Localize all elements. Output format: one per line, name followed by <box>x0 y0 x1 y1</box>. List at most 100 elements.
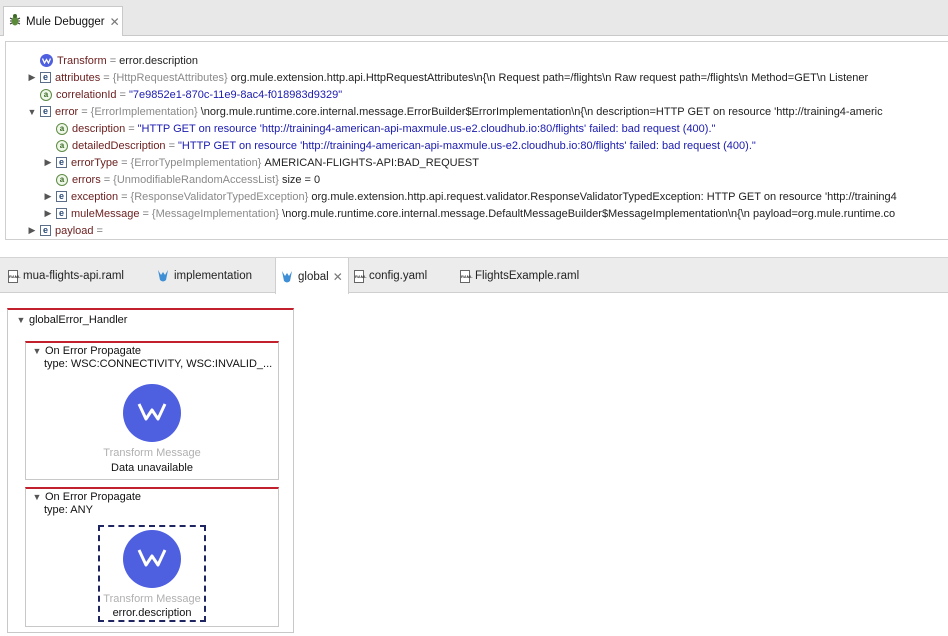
tab-label: mua-flights-api.raml <box>23 270 124 282</box>
var-type: {UnmodifiableRandomAccessList} <box>113 173 279 186</box>
component-value: error.description <box>112 607 192 619</box>
debugger-tab-bar: Mule Debugger ✕ <box>0 0 948 36</box>
tab-label: FlightsExample.raml <box>475 270 580 282</box>
tab-implementation[interactable]: implementation <box>157 258 252 294</box>
tab-flightsexample-raml[interactable]: RAML FlightsExample.raml <box>460 258 579 294</box>
var-value: \norg.mule.runtime.core.internal.message… <box>200 105 883 118</box>
tree-row[interactable]: a errors = {UnmodifiableRandomAccessList… <box>43 171 320 188</box>
var-value: "HTTP GET on resource 'http://training4-… <box>178 139 756 152</box>
var-value: size = 0 <box>281 173 321 186</box>
expand-arrow-icon[interactable]: ▶ <box>27 72 37 83</box>
tree-row[interactable]: ▼ e error = {ErrorImplementation} \norg.… <box>27 103 883 120</box>
object-icon: e <box>56 191 67 202</box>
attribute-icon: a <box>56 139 68 152</box>
object-icon: e <box>40 225 51 236</box>
attribute-icon: a <box>40 88 52 101</box>
tree-row[interactable]: ▶ e exception = {ResponseValidatorTypedE… <box>43 188 897 205</box>
handler-header[interactable]: ▼ globalError_Handler <box>16 314 128 326</box>
var-name: detailedDescription <box>72 139 166 152</box>
var-name: Transform <box>57 54 107 67</box>
expand-arrow-icon[interactable]: ▶ <box>27 225 37 236</box>
transform-message-icon <box>137 402 167 425</box>
object-icon: e <box>56 157 67 168</box>
var-name: errorType <box>71 156 119 169</box>
collapse-arrow-icon[interactable]: ▼ <box>32 492 42 502</box>
expand-arrow-icon[interactable]: ▶ <box>43 157 53 168</box>
scope-header[interactable]: ▼ On Error Propagate <box>32 345 141 357</box>
var-name: error <box>55 105 79 118</box>
transform-message-component[interactable] <box>123 530 181 588</box>
var-name: muleMessage <box>71 207 140 220</box>
editor-tab-bar: RAML mua-flights-api.raml implementation… <box>0 257 948 295</box>
tree-row[interactable]: a detailedDescription = "HTTP GET on res… <box>43 137 756 154</box>
on-error-propagate-scope[interactable]: ▼ On Error Propagate type: ANY Transform… <box>25 487 279 627</box>
component-value: Data unavailable <box>111 462 193 474</box>
tree-row[interactable]: ▶ e muleMessage = {MessageImplementation… <box>43 205 896 222</box>
component-name: Transform Message <box>103 447 201 459</box>
expand-arrow-icon[interactable]: ▶ <box>43 191 53 202</box>
tab-label: config.yaml <box>369 270 428 282</box>
debugger-variables-tree: Transform = error.description ▶ e attrib… <box>5 41 948 240</box>
equals-sign: = <box>103 173 111 186</box>
transform-icon <box>40 54 53 67</box>
scope-header[interactable]: ▼ On Error Propagate <box>32 491 141 503</box>
close-icon[interactable]: ✕ <box>110 15 120 29</box>
scope-type: type: WSC:CONNECTIVITY, WSC:INVALID_... <box>44 358 273 370</box>
raml-file-icon: RAML <box>460 269 473 283</box>
close-icon[interactable]: ✕ <box>333 270 343 284</box>
expand-arrow-icon[interactable]: ▶ <box>43 208 53 219</box>
transform-message-component[interactable] <box>123 384 181 442</box>
var-type: {HttpRequestAttributes} <box>112 71 228 84</box>
equals-sign: = <box>121 156 128 169</box>
flow-canvas: ▼ globalError_Handler ▼ On Error Propaga… <box>0 294 948 636</box>
var-name: exception <box>71 190 119 203</box>
bug-icon <box>8 13 22 30</box>
var-name: payload <box>55 224 94 237</box>
tree-row[interactable]: ▶ e errorType = {ErrorTypeImplementation… <box>43 154 479 171</box>
scope-type: type: ANY <box>44 504 93 516</box>
var-value: "7e9852e1-870c-11e9-8ac4-f018983d9329" <box>128 88 343 101</box>
tab-label: global <box>298 270 329 283</box>
object-icon: e <box>40 72 51 83</box>
mule-config-icon <box>281 270 293 284</box>
var-value: error.description <box>119 54 199 67</box>
tab-mua-flights-api-raml[interactable]: RAML mua-flights-api.raml <box>8 258 124 294</box>
error-handler-scope[interactable]: ▼ globalError_Handler ▼ On Error Propaga… <box>7 308 294 633</box>
collapse-arrow-icon[interactable]: ▼ <box>16 315 26 325</box>
tab-mule-debugger[interactable]: Mule Debugger ✕ <box>3 6 123 36</box>
collapse-arrow-icon[interactable]: ▼ <box>27 107 37 117</box>
equals-sign: = <box>81 105 88 118</box>
scope-title: On Error Propagate <box>45 345 141 357</box>
var-value: AMERICAN-FLIGHTS-API:BAD_REQUEST <box>264 156 479 169</box>
tab-label: implementation <box>174 270 252 282</box>
tree-row[interactable]: Transform = error.description <box>27 52 198 69</box>
var-value: org.mule.extension.http.api.request.vali… <box>311 190 897 203</box>
component-name: Transform Message <box>103 593 201 605</box>
var-type: {ResponseValidatorTypedException} <box>130 190 309 203</box>
var-type: {ErrorImplementation} <box>90 105 198 118</box>
var-name: description <box>72 122 126 135</box>
var-value: "HTTP GET on resource 'http://training4-… <box>137 122 716 135</box>
tab-config-yaml[interactable]: RAML config.yaml <box>354 258 427 294</box>
collapse-arrow-icon[interactable]: ▼ <box>32 346 42 356</box>
transform-message-icon <box>137 548 167 571</box>
on-error-propagate-scope[interactable]: ▼ On Error Propagate type: WSC:CONNECTIV… <box>25 341 279 480</box>
equals-sign: = <box>121 190 128 203</box>
attribute-icon: a <box>56 173 68 186</box>
equals-sign: = <box>103 71 110 84</box>
scope-title: On Error Propagate <box>45 491 141 503</box>
tree-row[interactable]: ▶ e attributes = {HttpRequestAttributes}… <box>27 69 869 86</box>
var-type: {ErrorTypeImplementation} <box>130 156 262 169</box>
var-value: \norg.mule.runtime.core.internal.message… <box>282 207 896 220</box>
tree-row[interactable]: a description = "HTTP GET on resource 'h… <box>43 120 715 137</box>
object-icon: e <box>56 208 67 219</box>
tree-row[interactable]: ▶ e payload = <box>27 222 106 239</box>
raml-file-icon: RAML <box>8 269 21 283</box>
var-name: attributes <box>55 71 101 84</box>
equals-sign: = <box>109 54 117 67</box>
var-name: correlationId <box>56 88 117 101</box>
var-type: {MessageImplementation} <box>151 207 280 220</box>
equals-sign: = <box>96 224 103 237</box>
tab-global[interactable]: global ✕ <box>275 258 349 295</box>
tree-row[interactable]: a correlationId = "7e9852e1-870c-11e9-8a… <box>27 86 342 103</box>
